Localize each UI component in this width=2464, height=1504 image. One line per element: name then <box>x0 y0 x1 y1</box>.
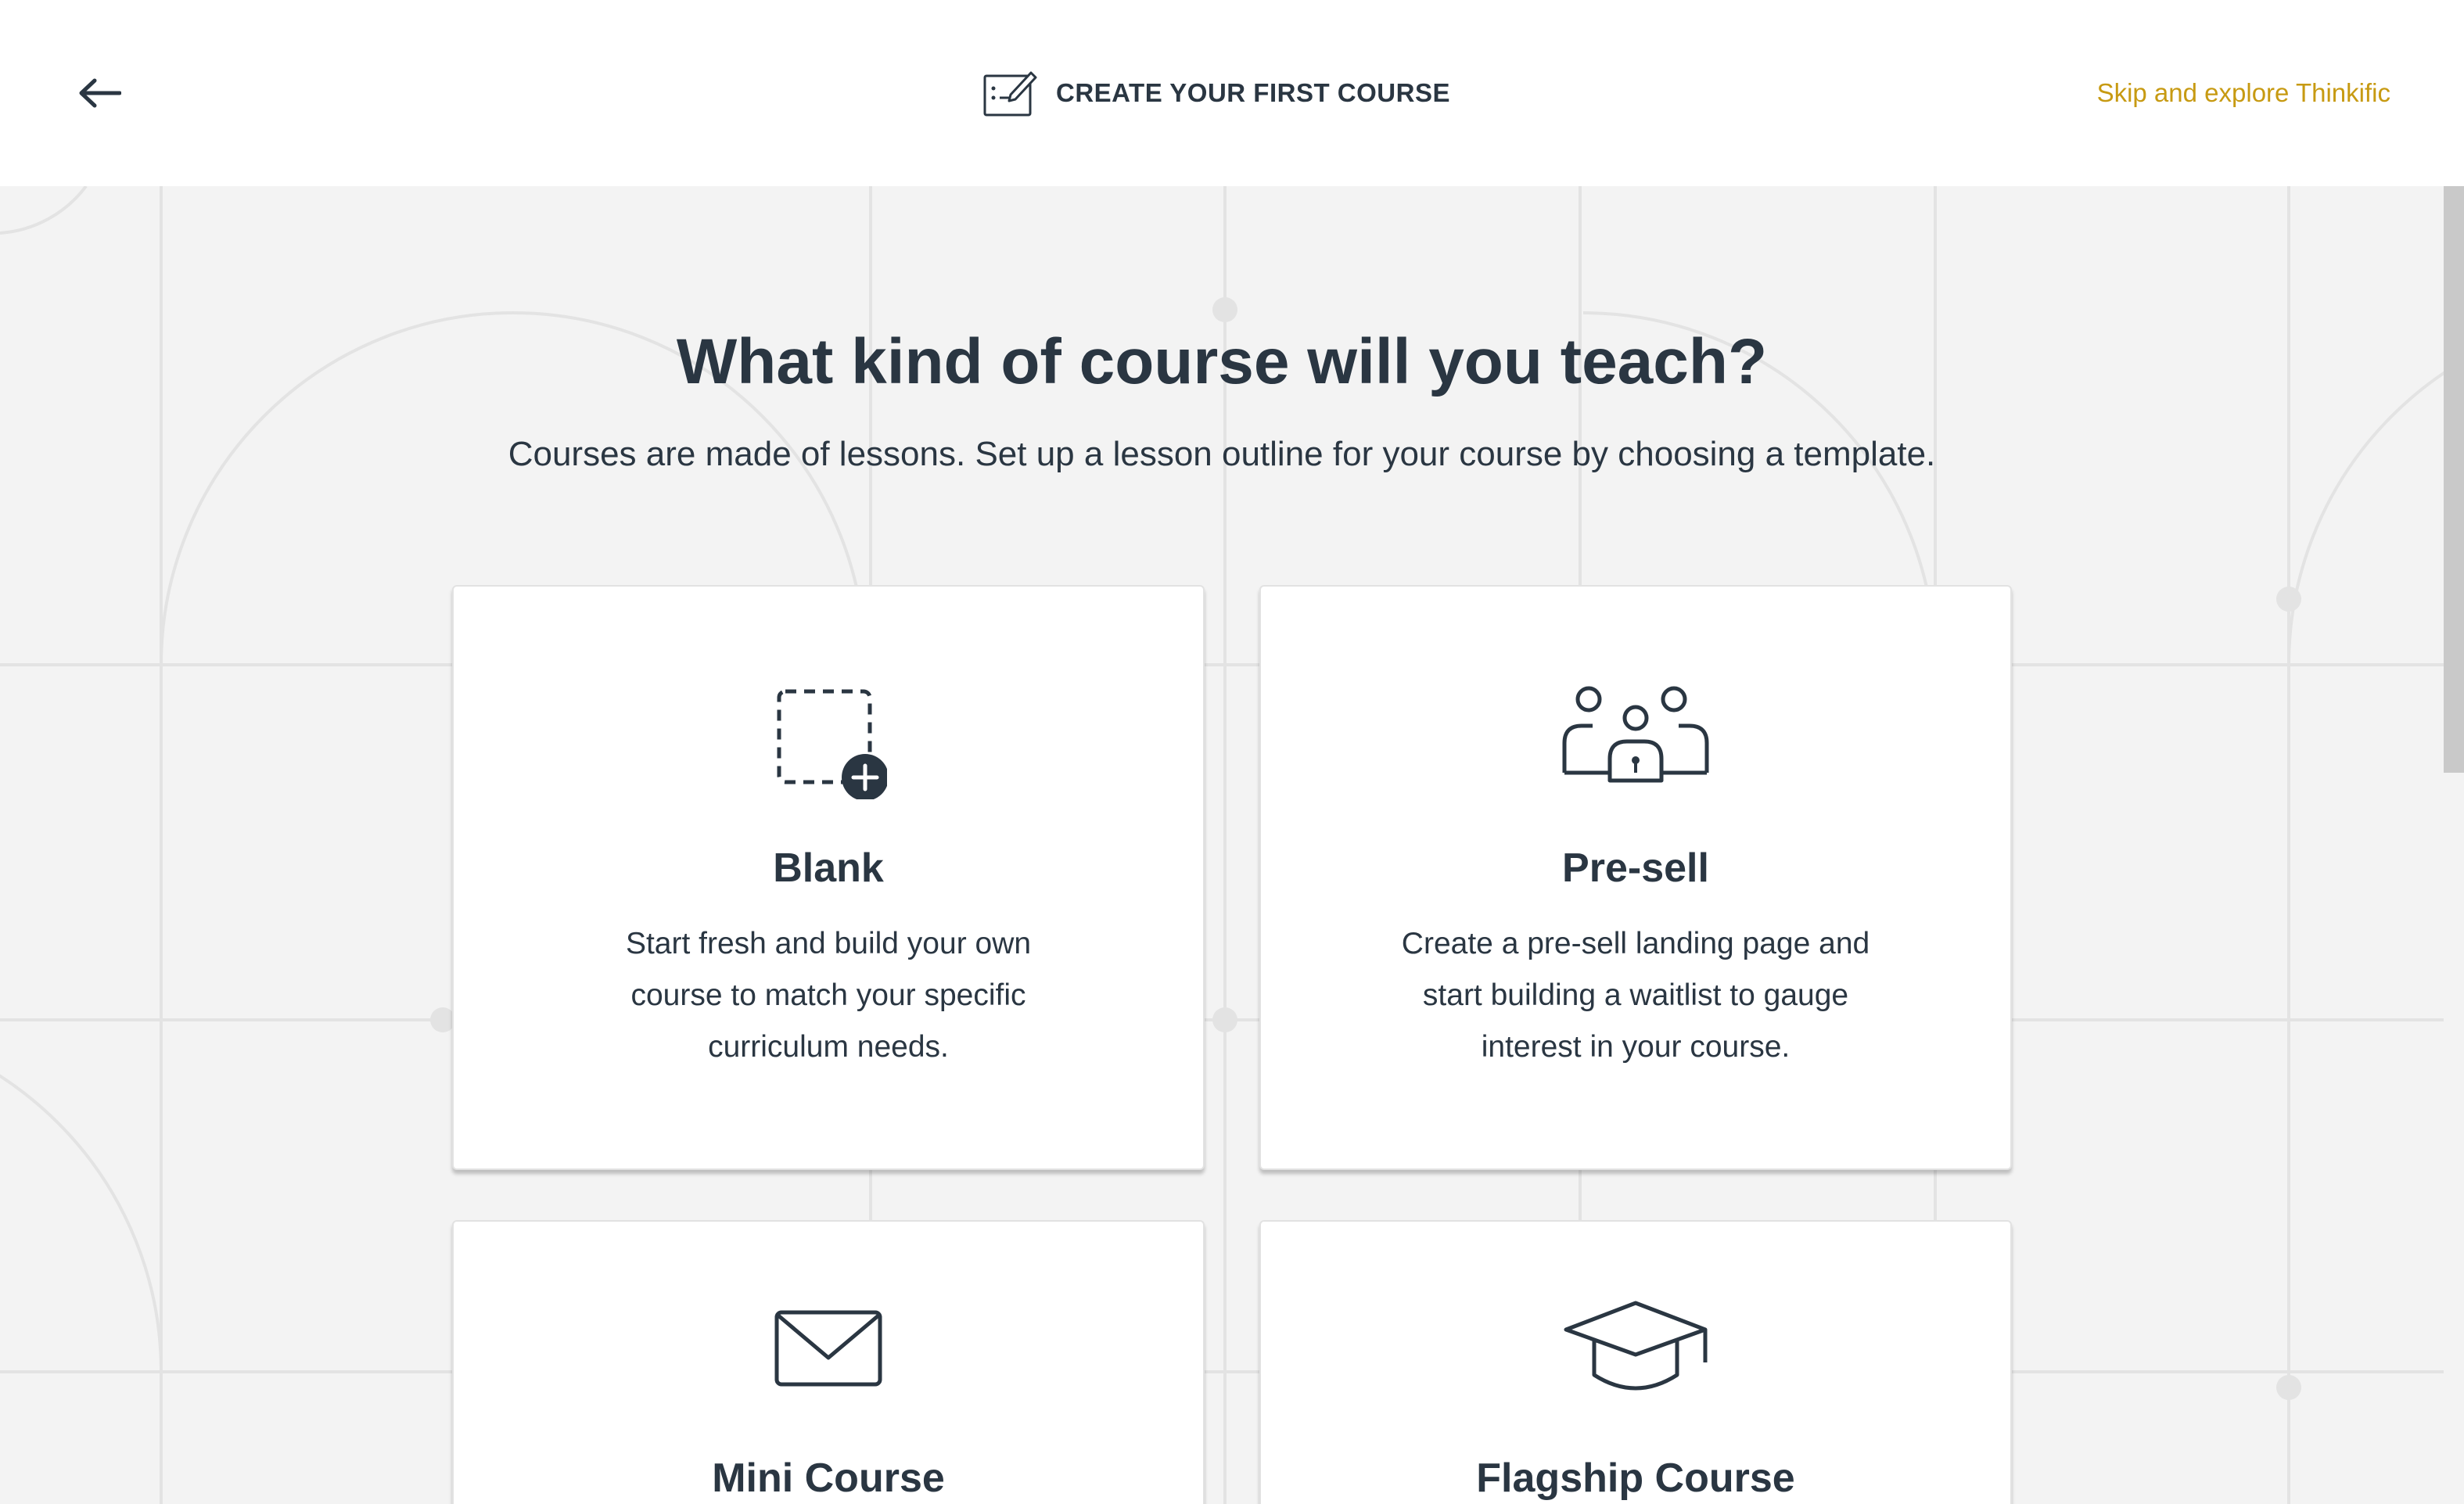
header-bar: CREATE YOUR FIRST COURSE Skip and explor… <box>0 0 2464 186</box>
template-card-blank[interactable]: Blank Start fresh and build your own cou… <box>452 585 1205 1170</box>
back-button[interactable] <box>72 66 127 120</box>
page-title: CREATE YOUR FIRST COURSE <box>1056 78 1450 107</box>
page-subheading: Courses are made of lessons. Set up a le… <box>508 435 1936 473</box>
card-title: Mini Course <box>712 1456 945 1501</box>
envelope-icon <box>774 1310 882 1387</box>
course-edit-icon <box>983 71 1037 117</box>
card-title: Flagship Course <box>1476 1456 1795 1501</box>
template-card-presell[interactable]: Pre-sell Create a pre-sell landing page … <box>1259 585 2012 1170</box>
skip-explore-link[interactable]: Skip and explore Thinkific <box>2097 78 2390 108</box>
card-title: Pre-sell <box>1562 845 1709 891</box>
card-description: Create a pre-sell landing page and start… <box>1401 927 1870 1064</box>
main-content: What kind of course will you teach? Cour… <box>0 186 2464 1504</box>
card-title: Blank <box>773 845 884 891</box>
graduation-cap-icon <box>1564 1301 1708 1391</box>
presell-people-icon <box>1562 686 1709 783</box>
card-description: Start fresh and build your own course to… <box>625 927 1032 1064</box>
header-title-group: CREATE YOUR FIRST COURSE <box>982 67 1450 119</box>
scrollbar-thumb[interactable] <box>2444 186 2464 773</box>
arrow-left-icon <box>79 78 121 108</box>
page-heading: What kind of course will you teach? <box>676 326 1768 397</box>
template-card-mini-course[interactable]: Mini Course <box>452 1220 1205 1504</box>
blank-add-icon <box>777 689 887 799</box>
template-card-flagship-course[interactable]: Flagship Course <box>1259 1220 2012 1504</box>
